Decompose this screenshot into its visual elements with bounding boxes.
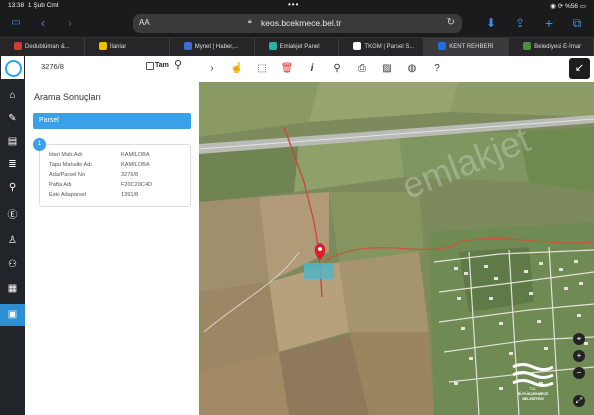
tab-favicon-icon: [438, 42, 447, 51]
calendar-icon[interactable]: ▦: [0, 278, 25, 300]
status-right: ◉ ⟳ %56 ▭: [550, 3, 586, 10]
tab-label: KENT REHBERİ: [449, 44, 494, 50]
logo-belediye: BELEDİYESİ: [522, 397, 544, 401]
trash-icon[interactable]: 🗑︎: [280, 62, 294, 76]
url-text[interactable]: keos.bcekmece.bel.tr: [261, 18, 341, 28]
browser-tab[interactable]: İlanlar: [85, 38, 170, 56]
tabs-overview-icon[interactable]: ⧉: [569, 15, 585, 31]
row-eski-adaparsel: Eski Adaparsel 1391/8: [49, 192, 139, 198]
new-tab-icon[interactable]: +: [541, 15, 557, 31]
search-bar: 3276/8 Tam ⚲: [25, 56, 199, 81]
expand-chevron-icon[interactable]: ›: [205, 62, 219, 76]
url-bar[interactable]: AA 🔒︎ keos.bcekmece.bel.tr ↻: [133, 14, 462, 33]
tab-label: İlanlar: [109, 44, 127, 50]
tab-strip: Dedublüman &... İlanlar Mynet | Haber,... E…: [0, 37, 594, 57]
row-idari-mah: İdari Mah.Adı KAMİLOBA: [49, 152, 150, 158]
pencil-icon[interactable]: ✎: [0, 108, 25, 130]
browser-tab[interactable]: TKGM | Parsel S...: [339, 38, 425, 56]
tab-favicon-icon: [353, 42, 362, 51]
reload-icon[interactable]: ↻: [447, 17, 455, 28]
locate-icon[interactable]: ⌖: [573, 333, 585, 345]
results-panel: Arama Sonuçları Parsel İdari Mah.Adı KAMİ…: [25, 80, 199, 415]
share-icon[interactable]: ⇪: [512, 15, 528, 31]
municipality-logo: T.C. BÜYÜKÇEKMECE BELEDİYESİ: [510, 361, 556, 407]
tab-favicon-icon: [523, 42, 532, 51]
results-title: Arama Sonuçları: [34, 92, 102, 102]
tab-favicon-icon: [183, 42, 192, 51]
image-icon[interactable]: ▨: [380, 62, 394, 76]
tab-label: Belediyesi E-İmar: [534, 44, 582, 50]
browser-tab[interactable]: Dedublüman &...: [0, 38, 85, 56]
tam-checkbox[interactable]: [146, 62, 154, 70]
lock-icon: 🔒︎: [248, 18, 252, 25]
tab-label: Emlakjet Panel: [279, 44, 320, 50]
e-icon[interactable]: Ⓔ: [0, 205, 25, 227]
tab-favicon-icon: [14, 42, 22, 51]
tab-label: Mynet | Haber,...: [194, 44, 239, 50]
multitask-dots[interactable]: •••: [288, 0, 299, 9]
info-icon[interactable]: i: [305, 62, 319, 76]
tab-favicon-icon: [98, 42, 107, 51]
fullscreen-icon[interactable]: ⤢: [573, 395, 585, 407]
keos-app: ⌂ ✎ ▤ ≣ ⚲ Ⓔ ♙ ⚇ ▦ ▣ 3276/8 Tam ⚲ Arama S…: [0, 56, 594, 415]
hand-icon[interactable]: ☝: [230, 62, 244, 76]
browser-tab[interactable]: Belediyesi E-İmar: [509, 38, 594, 56]
collapse-arrow-icon[interactable]: ↙: [569, 58, 590, 79]
left-nav: ⌂ ✎ ▤ ≣ ⚲ Ⓔ ♙ ⚇ ▦ ▣: [0, 56, 25, 415]
people-icon[interactable]: ⚇: [0, 254, 25, 276]
tab-label: Dedublüman &...: [25, 44, 70, 50]
document-icon[interactable]: ▤: [0, 131, 25, 153]
tam-label: Tam: [155, 62, 169, 69]
select-area-icon[interactable]: ⬚: [255, 62, 269, 76]
result-card[interactable]: İdari Mah.Adı KAMİLOBA Tapu Mahalle Adı KA…: [39, 144, 191, 207]
forward-icon[interactable]: ›: [62, 15, 78, 31]
row-tapu-mah: Tapu Mahalle Adı KAMİLOBA: [49, 162, 150, 168]
print-icon[interactable]: ⎙: [355, 62, 369, 76]
help-icon[interactable]: ?: [430, 62, 444, 76]
category-parsel[interactable]: Parsel: [33, 113, 191, 129]
logo-tc: T.C.: [529, 387, 537, 391]
logo-name: BÜYÜKÇEKMECE: [517, 392, 549, 396]
browser-tab[interactable]: KENT REHBERİ: [424, 38, 510, 56]
clipboard-icon[interactable]: ▣: [0, 304, 25, 326]
browser-toolbar: ▭ ‹ › AA 🔒︎ keos.bcekmece.bel.tr ↻ ⬇︎ ⇪ …: [0, 11, 594, 36]
app-logo[interactable]: [1, 56, 24, 79]
back-icon[interactable]: ‹: [35, 15, 51, 31]
download-icon[interactable]: ⬇︎: [483, 15, 499, 31]
tab-favicon-icon: [268, 42, 277, 51]
tab-label: TKGM | Parsel S...: [364, 44, 415, 50]
status-time: 13:38 1 Şub Cmt: [8, 2, 59, 9]
zoom-in-button[interactable]: +: [573, 350, 585, 362]
row-ada-parsel: Ada/Parsel No 3276/8: [49, 172, 139, 178]
search-icon[interactable]: ⚲: [174, 58, 182, 71]
reader-aa[interactable]: AA: [139, 18, 150, 27]
zoom-out-button[interactable]: −: [573, 367, 585, 379]
result-index-badge: 1: [33, 138, 46, 151]
layers-icon[interactable]: ≣: [0, 154, 25, 176]
home-icon[interactable]: ⌂: [0, 85, 25, 107]
search-nav-icon[interactable]: ⚲: [0, 177, 25, 199]
row-pafta: Pafta Adı F20C20C4D: [49, 182, 153, 188]
search-input[interactable]: 3276/8: [41, 62, 64, 71]
mosque-icon[interactable]: ♙: [0, 230, 25, 252]
map-toolbar: › ☝ ⬚ 🗑︎ i ⚲ ⎙ ▨ ◍ ? ↙: [199, 56, 594, 82]
globe-icon[interactable]: ◍: [405, 62, 419, 76]
measure-icon[interactable]: ⚲: [330, 62, 344, 76]
browser-tab[interactable]: Mynet | Haber,...: [170, 38, 255, 56]
sidebar-icon[interactable]: ▭: [8, 15, 24, 31]
browser-tab[interactable]: Emlakjet Panel: [255, 38, 340, 56]
status-bar: 13:38 1 Şub Cmt ••• ◉ ⟳ %56 ▭: [0, 0, 594, 11]
